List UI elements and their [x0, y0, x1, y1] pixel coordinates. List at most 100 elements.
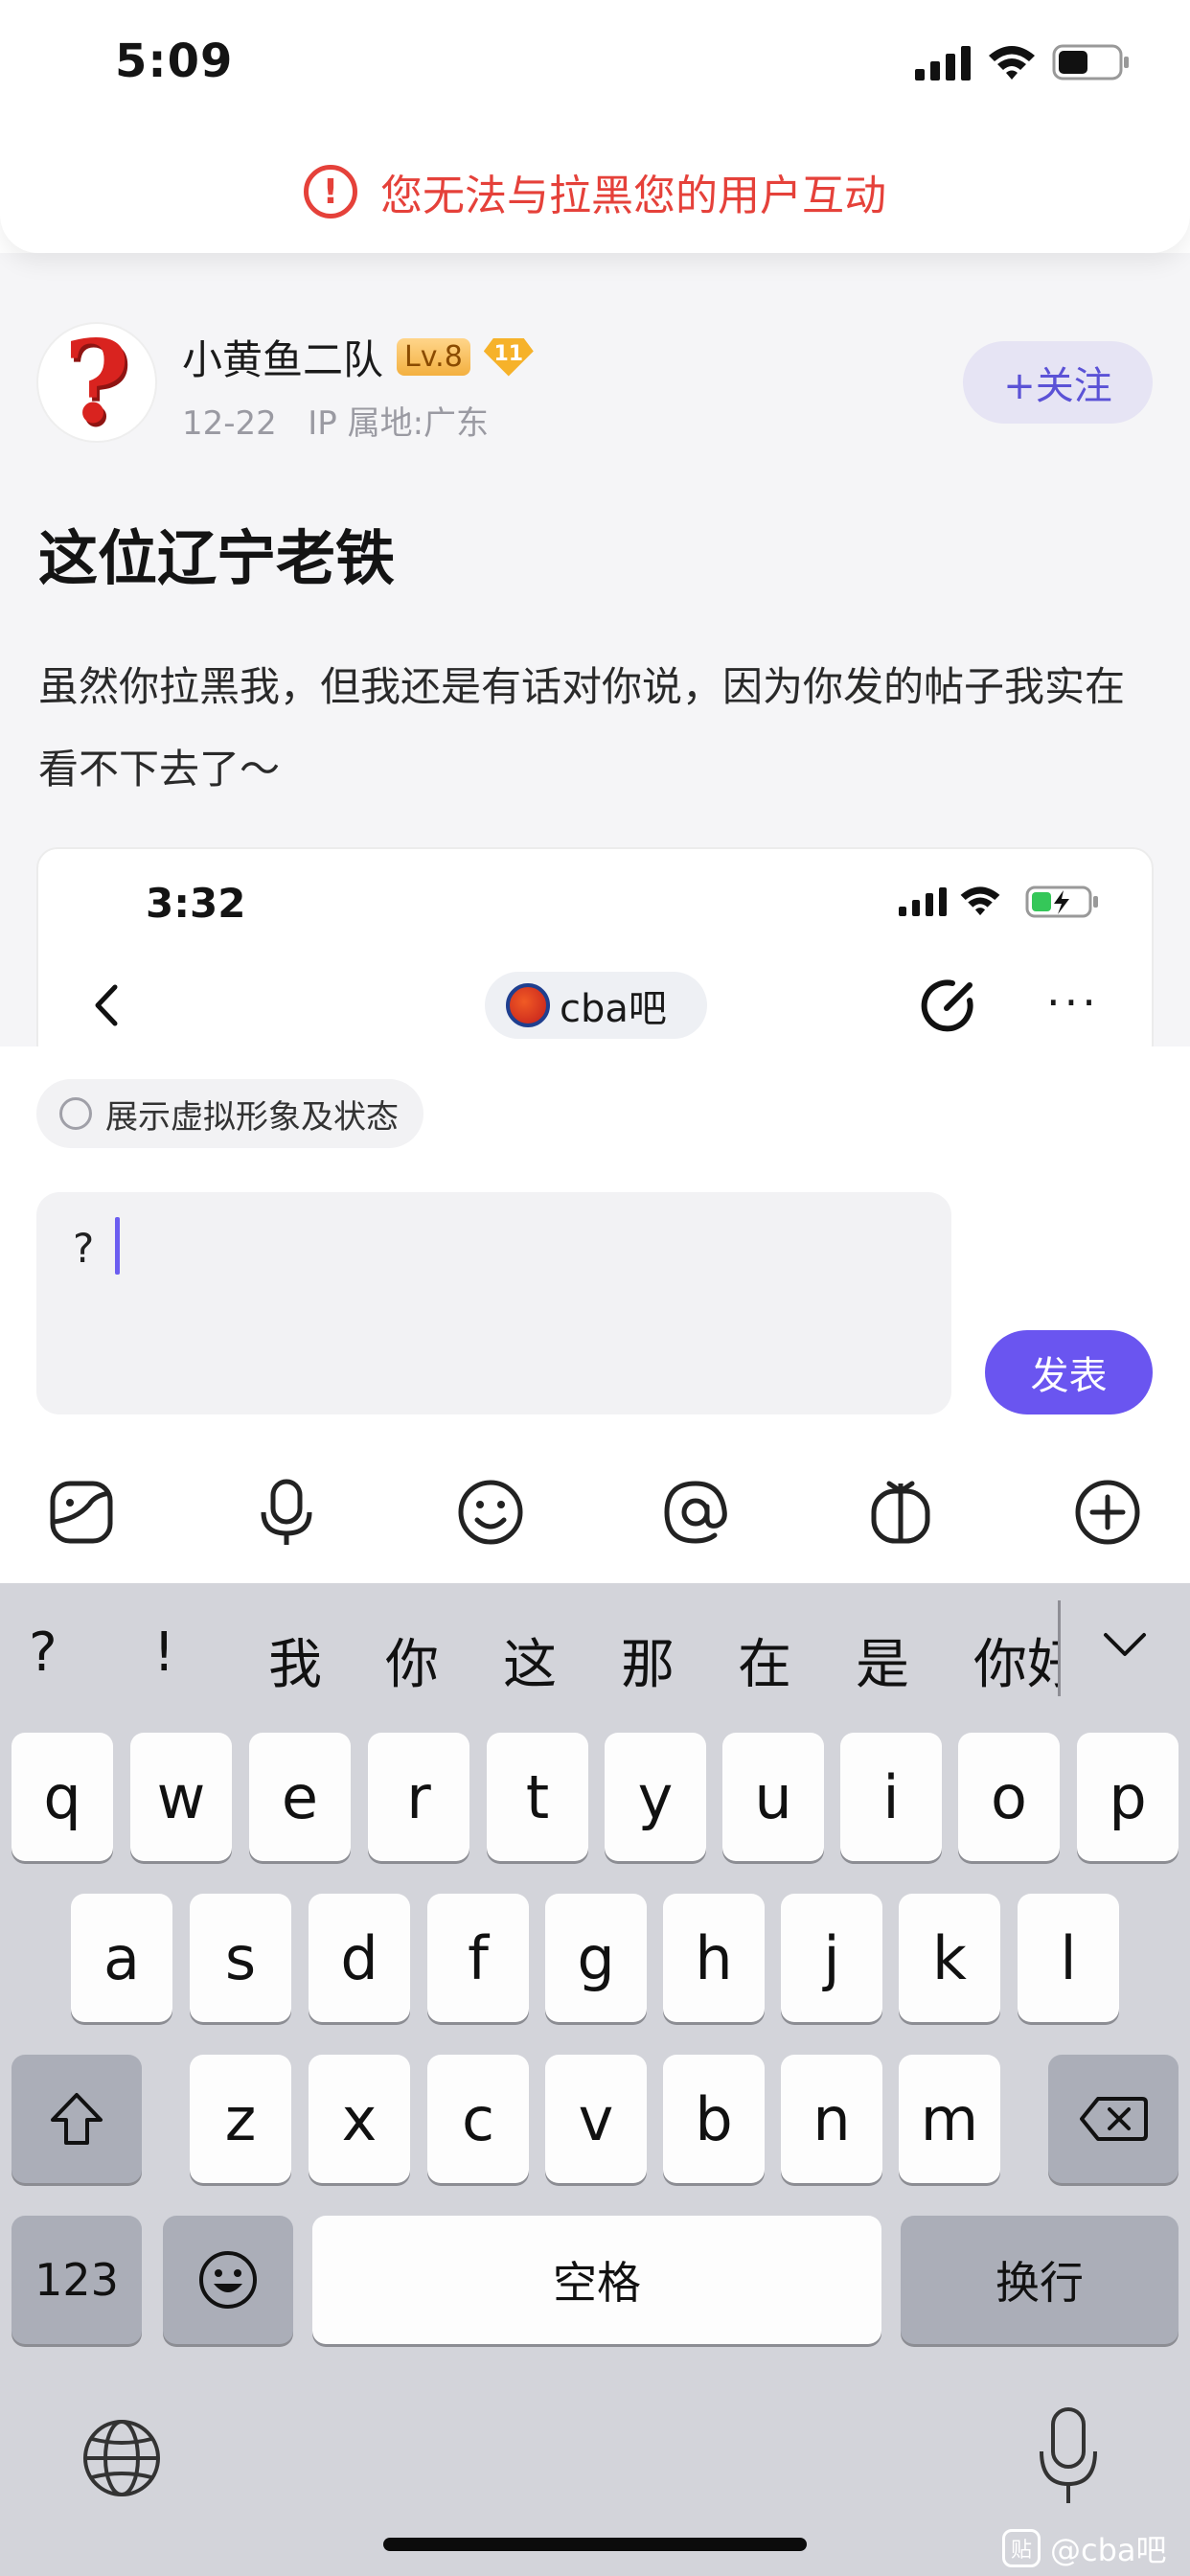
voice-icon[interactable]	[252, 1478, 321, 1547]
composer-toolbar	[0, 1449, 1190, 1583]
send-button[interactable]: 发表	[985, 1330, 1153, 1414]
post-ip: IP 属地:广东	[308, 404, 490, 443]
emoji-icon	[199, 2251, 257, 2309]
emoji-key[interactable]	[163, 2216, 293, 2344]
cellular-signal-icon	[899, 887, 947, 916]
key-w[interactable]: w	[130, 1733, 232, 1861]
edit-icon	[921, 979, 973, 1032]
candidate-bar: ? ! 我 你 这 那 在 是 你好	[0, 1583, 1190, 1727]
post-body: 虽然你拉黑我，但我还是有话对你说，因为你发的帖子我实在看不下去了～	[38, 663, 1126, 793]
mention-icon[interactable]	[661, 1478, 730, 1547]
space-key[interactable]: 空格	[312, 2216, 881, 2344]
level-badge: Lv.8	[397, 338, 470, 376]
shift-key[interactable]	[11, 2055, 142, 2183]
key-i[interactable]: i	[840, 1733, 942, 1861]
member-gem-badge: 11	[483, 337, 534, 377]
key-t[interactable]: t	[487, 1733, 588, 1861]
reply-composer: 展示虚拟形象及状态 ? 发表	[0, 1046, 1190, 1583]
avatar-status-label: 展示虚拟形象及状态	[105, 1097, 399, 1137]
wifi-icon	[960, 886, 1000, 916]
basketball-logo-icon	[506, 983, 550, 1027]
post-title: 这位辽宁老铁	[38, 523, 396, 593]
key-y[interactable]: y	[605, 1733, 706, 1861]
radio-circle-icon[interactable]	[59, 1097, 92, 1130]
back-arrow-icon	[95, 984, 118, 1026]
candidate-item[interactable]: 这	[503, 1622, 557, 1699]
emoji-icon[interactable]	[456, 1478, 525, 1547]
key-a[interactable]: a	[71, 1894, 172, 2022]
key-s[interactable]: s	[190, 1894, 291, 2022]
author-name[interactable]: 小黄鱼二队	[182, 328, 383, 386]
gift-icon[interactable]	[866, 1478, 935, 1547]
keyboard: ? ! 我 你 这 那 在 是 你好 q w e r t y u i o p a…	[0, 1583, 1190, 2576]
avatar[interactable]: ?	[36, 322, 157, 443]
backspace-key[interactable]	[1048, 2055, 1179, 2183]
candidate-item[interactable]: 是	[856, 1622, 909, 1699]
blocked-notice-text: 您无法与拉黑您的用户互动	[380, 172, 886, 220]
key-q[interactable]: q	[11, 1733, 113, 1861]
key-p[interactable]: p	[1077, 1733, 1179, 1861]
key-u[interactable]: u	[722, 1733, 824, 1861]
key-m[interactable]: m	[899, 2055, 1000, 2183]
key-l[interactable]: l	[1018, 1894, 1119, 2022]
status-bar: 5:09	[0, 0, 1190, 130]
key-j[interactable]: j	[781, 1894, 882, 2022]
numbers-key[interactable]: 123	[11, 2216, 142, 2344]
key-d[interactable]: d	[309, 1894, 410, 2022]
battery-icon	[1052, 44, 1129, 80]
author-row: 小黄鱼二队 Lv.8 11	[182, 328, 534, 386]
candidate-item[interactable]: 我	[268, 1622, 322, 1699]
wifi-icon	[989, 46, 1035, 80]
sticker-icon[interactable]	[47, 1478, 116, 1547]
cellular-signal-icon	[915, 46, 971, 80]
key-c[interactable]: c	[427, 2055, 529, 2183]
candidate-item[interactable]: 你好	[973, 1622, 1058, 1699]
key-k[interactable]: k	[899, 1894, 1000, 2022]
key-z[interactable]: z	[190, 2055, 291, 2183]
more-icon: ···	[1046, 977, 1100, 1028]
candidate-item[interactable]: 那	[621, 1622, 675, 1699]
embedded-screenshot[interactable]: 3:32 cba吧 ···	[36, 847, 1154, 1046]
return-key[interactable]: 换行	[901, 2216, 1179, 2344]
tieba-logo: 贴	[1002, 2529, 1041, 2567]
embedded-time: 3:32	[146, 880, 246, 927]
candidate-item[interactable]: ?	[29, 1622, 57, 1684]
candidate-item[interactable]: 在	[738, 1622, 791, 1699]
key-v[interactable]: v	[545, 2055, 647, 2183]
candidate-item[interactable]: !	[153, 1622, 174, 1684]
key-x[interactable]: x	[309, 2055, 410, 2183]
key-b[interactable]: b	[663, 2055, 765, 2183]
reply-input-value: ?	[73, 1225, 95, 1272]
post-area: ? 小黄鱼二队 Lv.8 11 12-22 IP 属地:广东 +关注 这位辽宁老…	[0, 253, 1190, 1046]
dictation-mic-icon[interactable]	[1037, 2407, 1100, 2507]
forum-chip: cba吧	[485, 972, 707, 1039]
candidate-divider	[1058, 1600, 1061, 1696]
candidate-item[interactable]: 你	[385, 1622, 439, 1699]
key-h[interactable]: h	[663, 1894, 765, 2022]
key-r[interactable]: r	[368, 1733, 469, 1861]
post-date: 12-22	[182, 404, 277, 443]
key-g[interactable]: g	[545, 1894, 647, 2022]
key-f[interactable]: f	[427, 1894, 529, 2022]
globe-icon[interactable]	[79, 2415, 165, 2501]
watermark: 贴 @cba吧	[1002, 2526, 1167, 2570]
exclamation-circle-icon: !	[304, 165, 357, 218]
follow-button[interactable]: +关注	[963, 341, 1153, 424]
post-meta: 12-22 IP 属地:广东	[182, 397, 489, 444]
blocked-notice-banner: ! 您无法与拉黑您的用户互动	[0, 130, 1190, 253]
reply-input[interactable]: ?	[36, 1192, 951, 1414]
key-n[interactable]: n	[781, 2055, 882, 2183]
key-e[interactable]: e	[249, 1733, 351, 1861]
avatar-status-toggle[interactable]: 展示虚拟形象及状态	[36, 1079, 423, 1148]
backspace-icon	[1080, 2097, 1148, 2141]
home-indicator[interactable]	[383, 2538, 807, 2551]
battery-charging-icon	[1025, 886, 1098, 918]
forum-name: cba吧	[560, 987, 667, 1031]
key-o[interactable]: o	[958, 1733, 1060, 1861]
text-cursor	[115, 1217, 120, 1275]
add-icon[interactable]	[1073, 1478, 1142, 1547]
shift-arrow-icon	[51, 2093, 103, 2145]
status-time: 5:09	[115, 34, 234, 88]
watermark-text: @cba吧	[1050, 2532, 1167, 2568]
chevron-down-icon[interactable]	[1102, 1629, 1148, 1662]
